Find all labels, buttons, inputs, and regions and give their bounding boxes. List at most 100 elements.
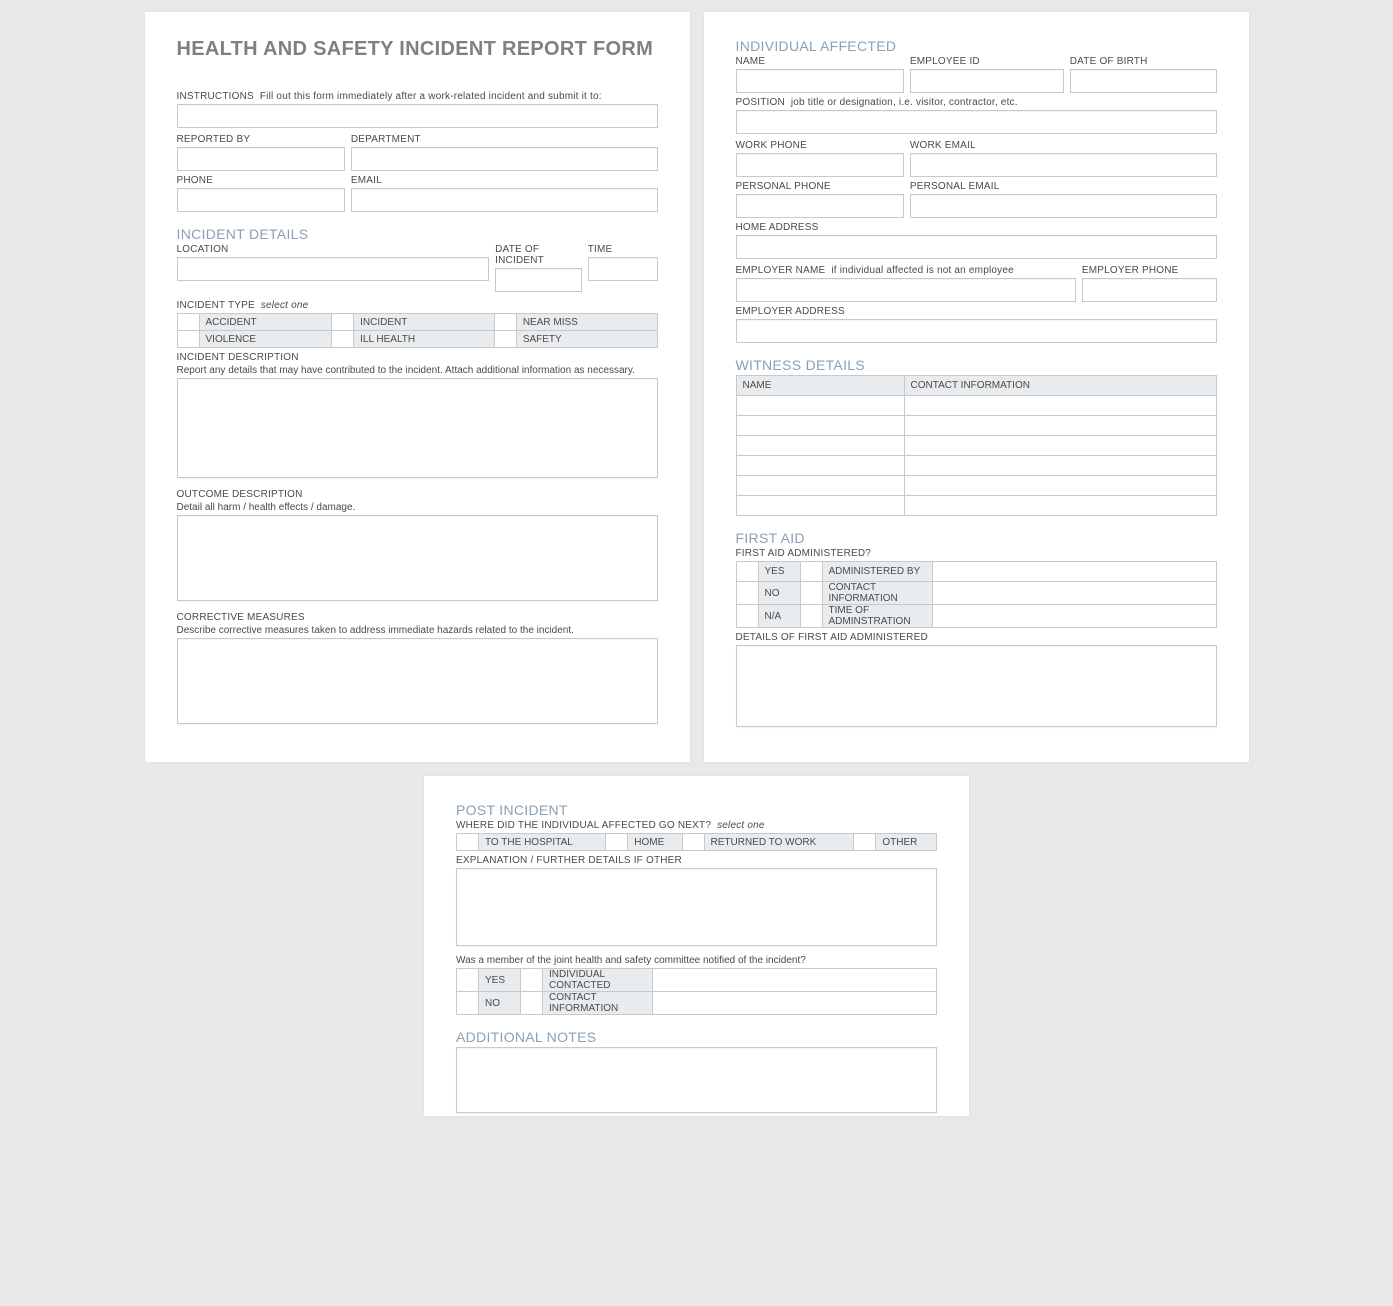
personal-email-input[interactable] (910, 194, 1217, 218)
position-input[interactable] (736, 110, 1217, 134)
work-email-input[interactable] (910, 153, 1217, 177)
work-phone-input[interactable] (736, 153, 904, 177)
firstaid-heading: FIRST AID (736, 530, 1217, 546)
ind-name-input[interactable] (736, 69, 904, 93)
post-where-label: WHERE DID THE INDIVIDUAL AFFECTED GO NEX… (456, 820, 937, 831)
type-safety-check[interactable] (494, 331, 516, 348)
page-2: INDIVIDUAL AFFECTED NAME EMPLOYEE ID DAT… (704, 12, 1249, 762)
fa-yes-check[interactable] (736, 562, 758, 582)
comm-contact-check[interactable] (521, 992, 543, 1015)
incident-details-heading: INCIDENT DETAILS (177, 226, 658, 242)
fa-time-label: TIME OF ADMINSTRATION (822, 605, 932, 628)
where-returned-label: RETURNED TO WORK (704, 834, 854, 851)
fa-na-label: N/A (758, 605, 800, 628)
type-accident-label: ACCIDENT (199, 314, 332, 331)
type-nearmiss-check[interactable] (494, 314, 516, 331)
incident-desc-input[interactable] (177, 378, 658, 478)
work-email-label: WORK EMAIL (910, 140, 1217, 151)
where-hospital-check[interactable] (457, 834, 479, 851)
type-safety-label: SAFETY (516, 331, 657, 348)
where-home-check[interactable] (606, 834, 628, 851)
comm-ind-check[interactable] (521, 969, 543, 992)
fa-details-label: DETAILS OF FIRST AID ADMINISTERED (736, 632, 1217, 643)
fa-contact-check[interactable] (800, 582, 822, 605)
witness-table: NAME CONTACT INFORMATION (736, 375, 1217, 516)
notes-input[interactable] (456, 1047, 937, 1113)
position-label: POSITION job title or designation, i.e. … (736, 97, 1217, 108)
table-row[interactable] (736, 456, 1216, 476)
fa-contact-input[interactable] (932, 582, 1216, 605)
table-row[interactable] (736, 396, 1216, 416)
type-illhealth-check[interactable] (332, 331, 354, 348)
table-row[interactable] (736, 416, 1216, 436)
comm-ind-input[interactable] (653, 969, 937, 992)
ind-name-label: NAME (736, 56, 904, 67)
employer-phone-input[interactable] (1082, 278, 1217, 302)
outcome-input[interactable] (177, 515, 658, 601)
email-input[interactable] (351, 188, 658, 212)
reported-by-input[interactable] (177, 147, 345, 171)
department-input[interactable] (351, 147, 658, 171)
location-input[interactable] (177, 257, 490, 281)
personal-phone-input[interactable] (736, 194, 904, 218)
corrective-sub: Describe corrective measures taken to ad… (177, 625, 658, 636)
where-hospital-label: TO THE HOSPITAL (479, 834, 606, 851)
page-1: HEALTH AND SAFETY INCIDENT REPORT FORM I… (145, 12, 690, 762)
phone-input[interactable] (177, 188, 345, 212)
comm-contact-label: CONTACT INFORMATION (543, 992, 653, 1015)
fa-adminby-check[interactable] (800, 562, 822, 582)
employer-name-input[interactable] (736, 278, 1076, 302)
committee-question: Was a member of the joint health and saf… (456, 955, 937, 966)
fa-time-input[interactable] (932, 605, 1216, 628)
phone-label: PHONE (177, 175, 345, 186)
comm-no-label: NO (479, 992, 521, 1015)
date-input[interactable] (495, 268, 582, 292)
where-other-check[interactable] (854, 834, 876, 851)
fa-time-check[interactable] (800, 605, 822, 628)
comm-no-check[interactable] (457, 992, 479, 1015)
employee-id-input[interactable] (910, 69, 1064, 93)
incident-desc-sub: Report any details that may have contrib… (177, 365, 658, 376)
fa-adminby-input[interactable] (932, 562, 1216, 582)
comm-ind-label: INDIVIDUAL CONTACTED (543, 969, 653, 992)
where-returned-check[interactable] (682, 834, 704, 851)
employer-address-label: EMPLOYER ADDRESS (736, 306, 1217, 317)
incident-type-table: ACCIDENT INCIDENT NEAR MISS VIOLENCE ILL… (177, 313, 658, 348)
time-input[interactable] (588, 257, 658, 281)
employer-name-label: EMPLOYER NAME if individual affected is … (736, 265, 1076, 276)
fa-na-check[interactable] (736, 605, 758, 628)
post-heading: POST INCIDENT (456, 802, 937, 818)
comm-yes-check[interactable] (457, 969, 479, 992)
fa-no-check[interactable] (736, 582, 758, 605)
table-row[interactable] (736, 496, 1216, 516)
comm-contact-input[interactable] (653, 992, 937, 1015)
individual-heading: INDIVIDUAL AFFECTED (736, 38, 1217, 54)
dob-input[interactable] (1070, 69, 1217, 93)
incident-type-label: INCIDENT TYPE select one (177, 300, 658, 311)
email-label: EMAIL (351, 175, 658, 186)
witness-heading: WITNESS DETAILS (736, 357, 1217, 373)
employer-address-input[interactable] (736, 319, 1217, 343)
department-label: DEPARTMENT (351, 134, 658, 145)
fa-details-input[interactable] (736, 645, 1217, 727)
fa-contact-label: CONTACT INFORMATION (822, 582, 932, 605)
type-violence-check[interactable] (177, 331, 199, 348)
incident-desc-label: INCIDENT DESCRIPTION (177, 352, 658, 363)
table-row[interactable] (736, 476, 1216, 496)
post-where-table: TO THE HOSPITAL HOME RETURNED TO WORK OT… (456, 833, 937, 851)
type-incident-check[interactable] (332, 314, 354, 331)
table-row[interactable] (736, 436, 1216, 456)
post-explain-input[interactable] (456, 868, 937, 946)
home-address-label: HOME ADDRESS (736, 222, 1217, 233)
firstaid-question: FIRST AID ADMINISTERED? (736, 548, 1217, 559)
corrective-label: CORRECTIVE MEASURES (177, 612, 658, 623)
post-explain-label: EXPLANATION / FURTHER DETAILS IF OTHER (456, 855, 937, 866)
outcome-label: OUTCOME DESCRIPTION (177, 489, 658, 500)
work-phone-label: WORK PHONE (736, 140, 904, 151)
corrective-input[interactable] (177, 638, 658, 724)
instructions-input[interactable] (177, 104, 658, 128)
employer-phone-label: EMPLOYER PHONE (1082, 265, 1217, 276)
home-address-input[interactable] (736, 235, 1217, 259)
type-accident-check[interactable] (177, 314, 199, 331)
fa-adminby-label: ADMINISTERED BY (822, 562, 932, 582)
